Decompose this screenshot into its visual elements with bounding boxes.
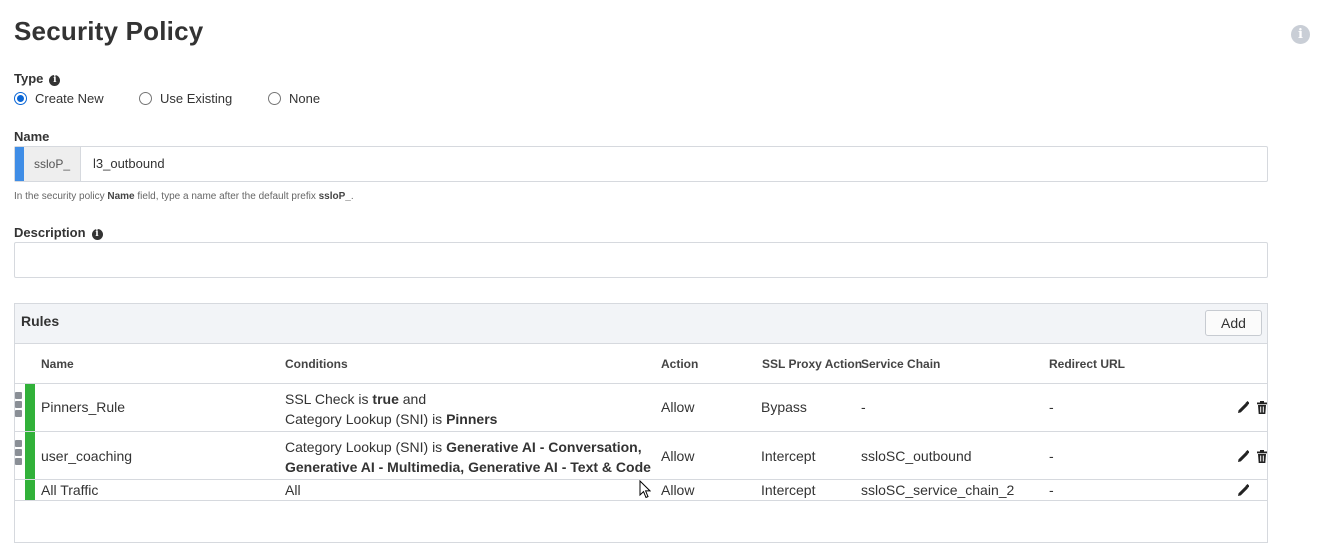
help-info-icon[interactable]: i [1291,25,1310,44]
hint-bold-name: Name [107,191,135,202]
type-label-group: Type i [14,71,61,86]
col-conditions[interactable]: Conditions [285,357,348,371]
rules-panel: Rules Add Name Conditions Action SSL Pro… [14,303,1268,543]
rule-conditions: All [285,482,301,498]
rule-ssl-proxy-action: Intercept [761,448,816,464]
rule-redirect-url: - [1049,448,1054,464]
rule-status-indicator [25,384,35,431]
rule-service-chain: - [861,399,866,415]
cond-text: Category Lookup (SNI) is [285,439,447,455]
rule-action: Allow [661,399,695,415]
type-info-icon[interactable]: i [49,75,61,86]
name-input[interactable]: l3_outbound [93,147,165,181]
rule-service-chain: ssloSC_outbound [861,448,972,464]
cond-value: Pinners [446,411,498,427]
hint-text-1: In the security policy [14,191,108,202]
col-name[interactable]: Name [41,357,74,371]
rule-ssl-proxy-action: Intercept [761,482,816,498]
page-title: Security Policy [14,16,204,46]
edit-icon[interactable] [1237,401,1249,414]
table-row[interactable]: Pinners_Rule SSL Check is true and Categ… [15,384,1267,432]
cond-value: true [372,391,399,407]
delete-icon[interactable] [1256,401,1268,414]
cond-text: SSL Check is [285,391,373,407]
description-label: Description [14,225,86,240]
radio-use-existing[interactable]: Use Existing [139,91,232,106]
drag-handle-icon[interactable] [15,392,22,419]
radio-none[interactable]: None [268,91,320,106]
description-info-icon[interactable]: i [91,229,103,240]
rule-status-indicator [25,432,35,479]
delete-icon[interactable] [1256,450,1268,463]
radio-none-circle[interactable] [268,92,281,105]
radio-create-new-circle[interactable] [14,92,27,105]
col-ssl-proxy-action[interactable]: SSL Proxy Action [762,357,862,371]
name-field-accent [15,147,24,181]
col-service-chain[interactable]: Service Chain [861,357,940,371]
radio-use-existing-label: Use Existing [160,91,233,106]
hint-bold-prefix: ssloP_ [318,191,351,202]
description-label-group: Description i [14,225,103,240]
name-label: Name [14,129,50,144]
rule-name: user_coaching [41,448,133,464]
type-label: Type [14,71,44,86]
name-field[interactable]: ssloP_ l3_outbound [14,146,1268,182]
name-prefix: ssloP_ [24,147,81,181]
cond-text: Category Lookup (SNI) is [285,411,447,427]
rule-ssl-proxy-action: Bypass [761,399,807,415]
rule-redirect-url: - [1049,482,1054,498]
rules-table-header: Name Conditions Action SSL Proxy Action … [15,344,1267,384]
cond-text: and [398,391,427,407]
rule-redirect-url: - [1049,399,1054,415]
cond-value: Generative AI - Multimedia, Generative A… [285,459,651,475]
rule-conditions: Category Lookup (SNI) is Generative AI -… [285,437,651,477]
rules-header: Rules Add [15,304,1267,344]
col-action[interactable]: Action [661,357,698,371]
radio-create-new-label: Create New [35,91,104,106]
radio-use-existing-circle[interactable] [139,92,152,105]
description-input[interactable] [14,242,1268,278]
col-redirect-url[interactable]: Redirect URL [1049,357,1125,371]
table-row[interactable]: user_coaching Category Lookup (SNI) is G… [15,432,1267,480]
drag-handle-icon[interactable] [15,440,22,467]
edit-icon[interactable] [1237,450,1249,463]
cond-value: Generative AI - Conversation, [446,439,642,455]
mouse-cursor-icon [639,480,651,499]
rule-conditions: SSL Check is true and Category Lookup (S… [285,389,497,429]
edit-icon[interactable] [1237,484,1249,497]
hint-text-2: field, type a name after the default pre… [134,191,319,202]
rule-name: All Traffic [41,482,99,498]
radio-none-label: None [289,91,321,106]
rules-title: Rules [21,313,60,329]
radio-create-new[interactable]: Create New [14,91,104,106]
rule-action: Allow [661,448,695,464]
rule-status-indicator [25,480,35,500]
hint-text-3: . [350,191,354,202]
rule-name: Pinners_Rule [41,399,126,415]
rule-action: Allow [661,482,695,498]
add-rule-button[interactable]: Add [1205,310,1262,336]
rule-service-chain: ssloSC_service_chain_2 [861,482,1015,498]
name-hint: In the security policy Name field, type … [14,191,354,202]
